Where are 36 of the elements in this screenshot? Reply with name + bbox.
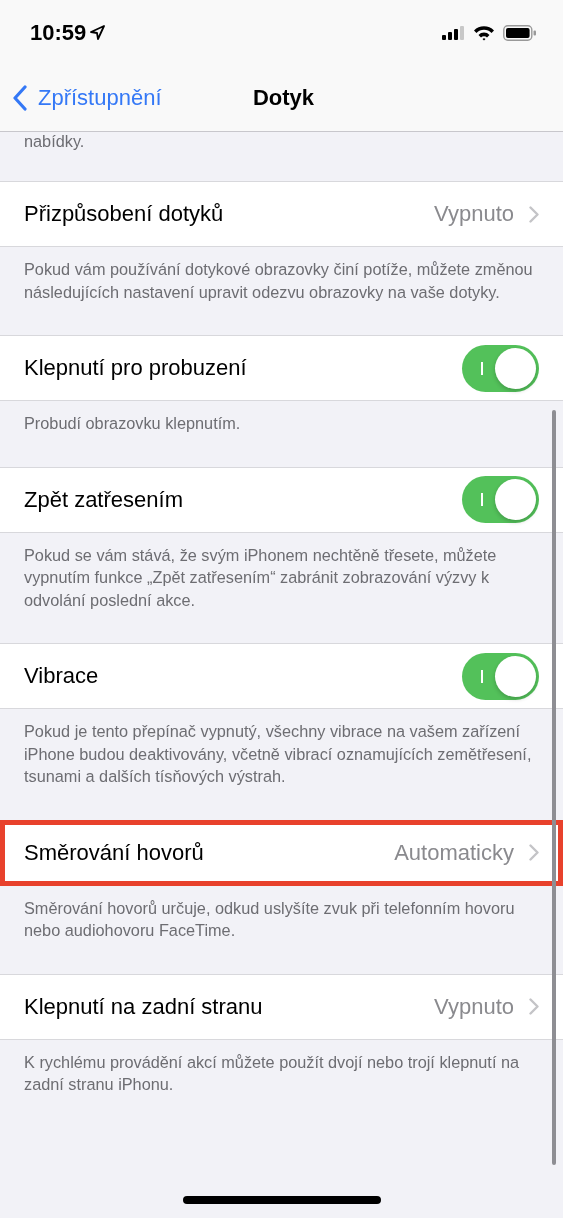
footer-note: Pokud vám používání dotykové obrazovky činí potíže, můžete změnou následujících nastavení upravit odezvu obrazovky na vaše dotyky. (23, 259, 534, 303)
settings-row[interactable]: Vibrace (0, 643, 563, 709)
row-label: Klepnutí pro probuzení (24, 355, 247, 381)
row-label: Směrování hovorů (24, 839, 204, 866)
battery-icon (503, 24, 537, 41)
signal-icon (442, 25, 465, 40)
row-label: Zpět zatřesením (24, 486, 183, 513)
settings-row[interactable]: Zpět zatřesením (0, 466, 563, 533)
chevron-right-icon (529, 205, 539, 223)
page-title: Dotyk (252, 85, 315, 111)
row-label: Vibrace (24, 663, 99, 689)
wifi-icon (473, 24, 495, 41)
footer-note: Pokud je tento přepínač vypnutý, všechny vibrace na vašem zařízení iPhone budou deaktivovány, včetně vibrací oznamujících zemětřesení, tsunami a dalších tísňových výstrah. (23, 721, 533, 787)
location-arrow-icon (90, 25, 106, 40)
row-value: Automaticky (394, 839, 514, 866)
chevron-right-icon (529, 844, 539, 861)
row-value: Vypnuto (434, 993, 514, 1020)
row-label: Přizpůsobení dotyků (24, 201, 224, 227)
back-button[interactable]: Zpřístupnění (12, 65, 162, 131)
toggle-switch[interactable] (462, 652, 539, 700)
settings-row[interactable]: Přizpůsobení dotyků Vypnuto (0, 181, 563, 247)
footer-note: Směrování hovorů určuje, odkud uslyšíte zvuk při telefonním hovoru nebo audiohovoru FaceTime. (23, 897, 516, 941)
footer-note: K rychlému provádění akcí můžete použít dvojí nebo trojí klepnutí na zadní stranu iPhonu. (23, 1051, 521, 1095)
row-label: Klepnutí na zadní stranu (24, 993, 263, 1020)
highlighted-settings-row[interactable]: Směrování hovorů Automaticky (0, 819, 563, 886)
settings-row[interactable]: Klepnutí na zadní stranu Vypnuto (0, 973, 563, 1040)
toggle-switch[interactable] (462, 476, 539, 523)
row-value: Vypnuto (434, 201, 514, 227)
status-time: 10:59 (30, 19, 87, 46)
footer-note: Probudí obrazovku klepnutím. (23, 413, 242, 434)
settings-row[interactable]: Klepnutí pro probuzení (0, 335, 563, 401)
chevron-right-icon (529, 998, 539, 1015)
back-chevron-icon (12, 85, 28, 111)
footer-note: nabídky. (24, 132, 86, 150)
footer-note: Pokud se vám stává, že svým iPhonem nechtěně třesete, můžete vypnutím funkce „Zpět zatřesením“ zabránit zobrazování výzvy k odvolání poslední akce. (23, 544, 498, 611)
toggle-switch[interactable] (462, 344, 539, 392)
